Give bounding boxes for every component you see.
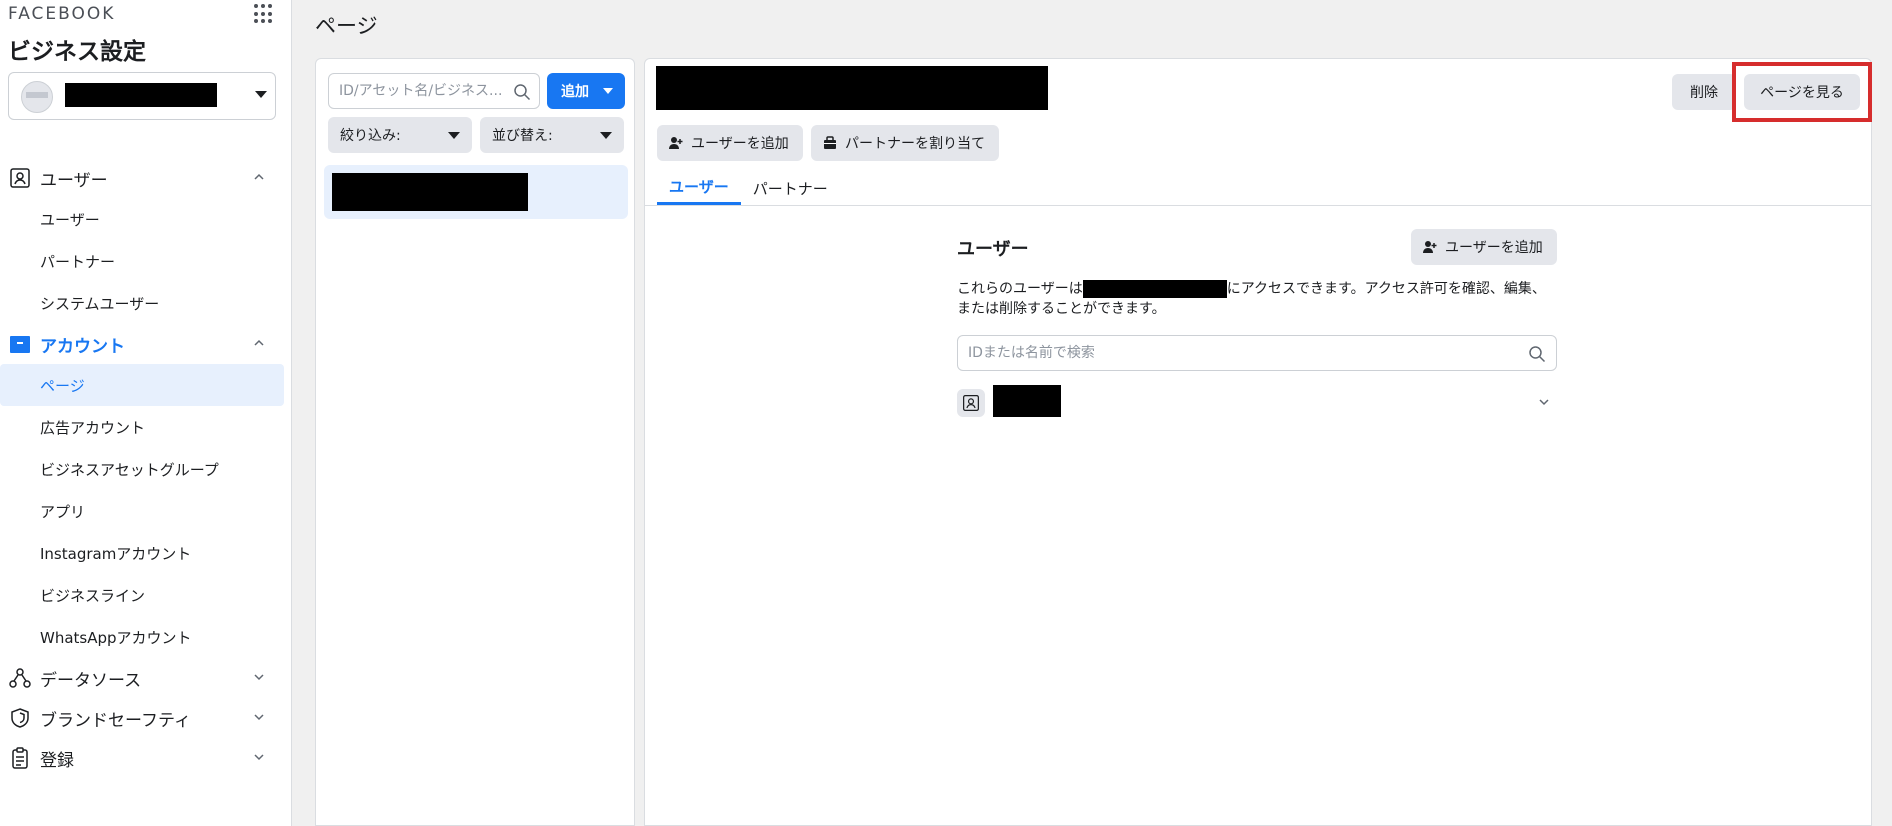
sidebar-section-registrations[interactable]: 登録 <box>0 738 291 778</box>
user-card-icon <box>957 389 985 417</box>
tab-users[interactable]: ユーザー <box>657 171 741 205</box>
add-user-button-secondary[interactable]: ユーザーを追加 <box>1411 229 1557 265</box>
filter-label: 絞り込み: <box>340 128 401 144</box>
user-card-icon <box>8 166 32 190</box>
add-person-icon <box>1423 240 1437 254</box>
sort-label: 並び替え: <box>492 128 553 144</box>
data-sources-icon <box>8 666 32 690</box>
sidebar-item-pages[interactable]: ページ <box>0 364 284 406</box>
sidebar-item-business-lines[interactable]: ビジネスライン <box>0 574 291 616</box>
add-button[interactable]: 追加 <box>547 73 625 109</box>
list-item[interactable] <box>324 165 628 219</box>
user-list-item[interactable] <box>957 385 1557 421</box>
sidebar: FACEBOOK ビジネス設定 ユーザー ユーザー パートナー システムユーザー… <box>0 0 292 826</box>
chevron-up-icon <box>254 173 264 180</box>
sidebar-section-accounts[interactable]: アカウント <box>0 324 291 364</box>
caret-down-icon <box>600 132 612 139</box>
chevron-down-icon <box>254 714 264 721</box>
asset-search-field[interactable] <box>328 73 540 109</box>
redacted-page-name-inline <box>1082 280 1227 298</box>
description-prefix: これらのユーザーは <box>957 281 1083 297</box>
caret-down-icon <box>255 91 267 98</box>
add-user-label: ユーザーを追加 <box>691 136 789 152</box>
sidebar-item-ad-accounts[interactable]: 広告アカウント <box>0 406 291 448</box>
app-grid-icon[interactable] <box>254 4 274 24</box>
briefcase-icon <box>8 332 32 356</box>
chevron-down-icon <box>254 754 264 761</box>
add-user-button[interactable]: ユーザーを追加 <box>657 125 803 161</box>
user-search-input[interactable] <box>958 336 1518 370</box>
add-person-icon <box>669 136 683 150</box>
sidebar-item-instagram-accounts[interactable]: Instagramアカウント <box>0 532 291 574</box>
user-search-field[interactable] <box>957 335 1557 371</box>
sidebar-section-data-sources[interactable]: データソース <box>0 658 291 698</box>
chevron-down-icon[interactable] <box>1537 395 1551 409</box>
clipboard-icon <box>8 746 32 770</box>
users-description: これらのユーザーは にアクセスできます。アクセス許可を確認、編集、または削除するこ… <box>957 279 1557 319</box>
sidebar-section-label: 登録 <box>40 750 74 771</box>
facebook-brand: FACEBOOK <box>8 4 116 24</box>
detail-tabs: ユーザー パートナー <box>657 171 840 207</box>
chevron-up-icon <box>254 339 264 346</box>
sidebar-item-system-users[interactable]: システムユーザー <box>0 282 291 324</box>
detail-header: 削除 ページを見る ユーザーを追加 パートナーを割り当て ユーザー パートナー <box>645 59 1872 207</box>
sidebar-section-label: ユーザー <box>40 170 108 191</box>
sidebar-section-label: ブランドセーフティ <box>40 710 191 731</box>
tab-partners[interactable]: パートナー <box>741 171 840 205</box>
search-icon <box>514 84 531 101</box>
sidebar-section-brand-safety[interactable]: ブランドセーフティ <box>0 698 291 738</box>
add-user-label: ユーザーを追加 <box>1445 240 1543 256</box>
sidebar-section-label: データソース <box>40 670 142 691</box>
briefcase-icon <box>823 136 837 150</box>
view-page-button[interactable]: ページを見る <box>1744 74 1860 110</box>
chevron-down-icon <box>254 674 264 681</box>
sidebar-item-business-asset-groups[interactable]: ビジネスアセットグループ <box>0 448 291 490</box>
search-icon <box>1529 346 1546 363</box>
page-detail-panel: 削除 ページを見る ユーザーを追加 パートナーを割り当て ユーザー パートナー … <box>644 58 1872 826</box>
sidebar-section-label: アカウント <box>40 336 125 357</box>
caret-down-icon <box>448 132 460 139</box>
asset-search-input[interactable] <box>329 74 505 108</box>
redacted-business-name <box>65 83 217 107</box>
add-button-label: 追加 <box>561 84 589 100</box>
caret-down-icon <box>603 88 613 94</box>
business-settings-title: ビジネス設定 <box>8 39 146 65</box>
sidebar-item-partners[interactable]: パートナー <box>0 240 291 282</box>
asset-list-panel: 追加 絞り込み: 並び替え: <box>315 58 635 826</box>
redacted-page-name <box>332 173 528 211</box>
page-title: ページ <box>315 14 378 38</box>
shield-icon <box>8 706 32 730</box>
redacted-user-name <box>993 385 1061 417</box>
sidebar-item-apps[interactable]: アプリ <box>0 490 291 532</box>
sidebar-nav: ユーザー ユーザー パートナー システムユーザー アカウント ページ 広告アカウ… <box>0 158 291 778</box>
sidebar-item-users[interactable]: ユーザー <box>0 198 291 240</box>
assign-partner-button[interactable]: パートナーを割り当て <box>811 125 999 161</box>
sidebar-section-users[interactable]: ユーザー <box>0 158 291 198</box>
sort-dropdown[interactable]: 並び替え: <box>480 117 624 153</box>
sidebar-item-whatsapp-accounts[interactable]: WhatsAppアカウント <box>0 616 291 658</box>
redacted-page-title <box>656 66 1048 110</box>
business-account-selector[interactable] <box>8 72 276 120</box>
filter-dropdown[interactable]: 絞り込み: <box>328 117 472 153</box>
assign-partner-label: パートナーを割り当て <box>845 136 985 152</box>
users-section-title: ユーザー <box>957 239 1029 260</box>
business-avatar <box>21 81 53 113</box>
delete-button[interactable]: 削除 <box>1672 74 1736 110</box>
